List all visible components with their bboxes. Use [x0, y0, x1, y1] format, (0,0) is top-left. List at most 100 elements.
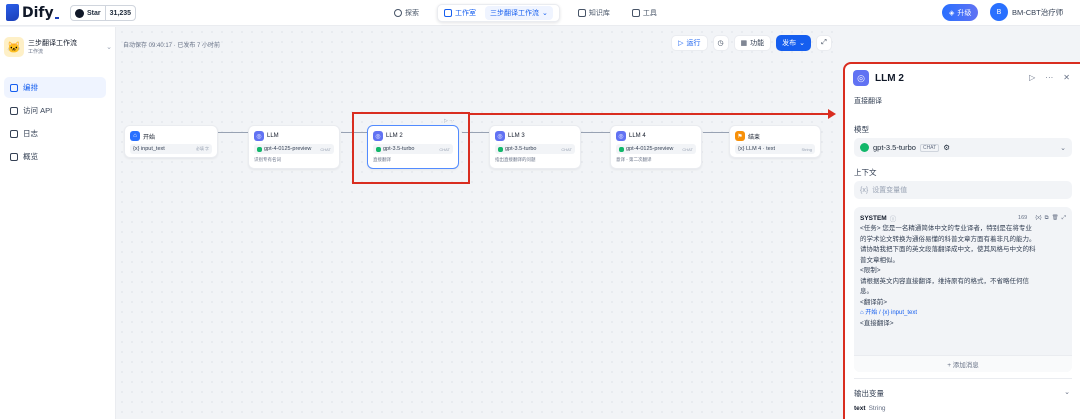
highlight-box: [352, 112, 470, 184]
sidebar-menu: 编排 访问 API 日志 概览: [4, 77, 106, 169]
model-selector[interactable]: gpt-3.5-turbo CHAT ⚙ ⌄: [854, 138, 1072, 157]
node-end[interactable]: ⚑ 结束 {x} LLM 4 · text String: [729, 125, 821, 158]
upgrade-button[interactable]: ◈ 升级: [942, 4, 979, 21]
delete-icon[interactable]: 🗑: [1052, 215, 1059, 222]
github-star-count: 31,235: [109, 9, 132, 17]
model-icon: [498, 146, 503, 152]
flag-icon: ⚑: [735, 131, 745, 141]
user-menu[interactable]: B BM-CBT治疗师: [990, 3, 1063, 21]
add-message-button[interactable]: + 添加消息: [854, 355, 1072, 372]
node-llm-1-model: gpt-4-0125-preview CHAT: [254, 144, 334, 154]
canvas-toolbar: ▷ 运行 ◷ ▦ 功能 发布 ⌄ ⤢: [671, 35, 832, 51]
chevron-down-icon: ⌄: [106, 44, 112, 51]
copy-icon[interactable]: ⧉: [1045, 215, 1049, 222]
sparkle-icon: ◈: [949, 9, 955, 17]
info-icon: ⓘ: [889, 216, 897, 223]
publish-button[interactable]: 发布 ⌄: [776, 35, 811, 51]
sidebar: 🐱 三步翻译工作流 工作流 ⌄ 编排 访问 API 日志 概览: [0, 27, 116, 419]
close-icon[interactable]: ✕: [1063, 73, 1070, 82]
github-icon: [75, 8, 84, 18]
output-variable: text String: [854, 405, 886, 412]
node-start-variable: {x} input_text 必填 字: [130, 144, 212, 154]
main-nav: 探索 工作室 三步翻译工作流 ⌄ 知识库 工具: [388, 4, 663, 22]
expand-icon: ⤢: [821, 39, 827, 46]
model-label: 模型: [854, 125, 869, 134]
github-star-label: Star: [87, 9, 101, 17]
system-label: SYSTEM: [860, 214, 887, 222]
play-icon: ▷: [678, 40, 684, 47]
node-llm-4[interactable]: ◎ LLM 4 gpt-4-0125-preview CHAT 意译 - 第二次翻译: [610, 125, 702, 169]
orchestrate-icon: [10, 83, 18, 92]
brand-name: Dify: [22, 4, 54, 21]
features-button[interactable]: ▦ 功能: [733, 35, 772, 51]
history-icon: ◷: [717, 40, 724, 47]
api-icon: [10, 106, 18, 115]
highlight-arrow-line: [470, 113, 830, 115]
chevron-down-icon: ⌄: [542, 10, 548, 17]
model-icon: [257, 146, 262, 152]
sidebar-item-orchestrate[interactable]: 编排: [4, 77, 106, 98]
toolbox-icon: [631, 9, 640, 17]
panel-actions: ▷ ··· ✕: [1029, 73, 1070, 82]
context-label: 上下文: [854, 168, 877, 177]
node-llm-1[interactable]: ◎ LLM gpt-4-0125-preview CHAT 识别专有名词: [248, 125, 340, 169]
expand-icon[interactable]: ⤢: [1062, 215, 1066, 222]
run-button[interactable]: ▷ 运行: [671, 35, 708, 51]
app-subtitle: 工作流: [28, 49, 44, 55]
model-icon: [619, 146, 624, 152]
home-icon: ⌂: [130, 131, 140, 141]
chevron-down-icon: ⌄: [1060, 144, 1066, 152]
studio-icon: [444, 9, 452, 17]
expand-button[interactable]: ⤢: [816, 35, 832, 51]
chevron-down-icon: ⌄: [799, 40, 805, 47]
nav-knowledge[interactable]: 知识库: [572, 4, 616, 22]
variable-chip[interactable]: ⌂ 开始 / {x} input_text: [860, 308, 1066, 319]
llm-icon: ◎: [616, 131, 626, 141]
logo-mark-icon: [6, 4, 19, 21]
node-llm-3-model: gpt-3.5-turbo CHAT: [495, 144, 575, 154]
system-prompt-editor[interactable]: SYSTEM ⓘ 169 {x} ⧉ 🗑 ⤢ <任务> 您是一名精通简体中文的专…: [854, 207, 1072, 372]
node-start[interactable]: ⌂ 开始 {x} input_text 必填 字: [124, 125, 218, 158]
arrow-head-icon: [828, 109, 836, 119]
user-name: BM-CBT治疗师: [1012, 7, 1064, 17]
nav-explore[interactable]: 探索: [388, 4, 425, 22]
overview-icon: [10, 152, 18, 161]
sidebar-item-logs[interactable]: 日志: [4, 123, 106, 144]
logs-icon: [10, 129, 18, 138]
variable-icon: {x}: [860, 186, 869, 194]
top-bar: Dify Star 31,235 探索 工作室 三步翻译工作流 ⌄ 知识库 工具 …: [0, 0, 1080, 26]
chevron-down-icon[interactable]: ⌄: [1064, 388, 1070, 396]
panel-description[interactable]: 直接翻译: [854, 96, 882, 106]
llm-icon: ◎: [254, 131, 264, 141]
insert-variable-icon[interactable]: {x}: [1035, 215, 1041, 222]
features-icon: ▦: [740, 40, 748, 47]
book-icon: [577, 9, 586, 17]
context-variable-input[interactable]: {x} 设置变量值: [854, 181, 1072, 199]
app-header[interactable]: 🐱 三步翻译工作流 工作流 ⌄: [4, 37, 112, 57]
node-settings-panel: ◎ LLM 2 ▷ ··· ✕ 直接翻译 模型 gpt-3.5-turbo CH…: [843, 62, 1080, 419]
nav-tools[interactable]: 工具: [626, 4, 663, 22]
system-prompt-text[interactable]: <任务> 您是一名精通简体中文的专业译者，特别是在将专业 的学术论文转换为通俗易…: [860, 224, 1066, 329]
compass-icon: [394, 9, 402, 17]
history-button[interactable]: ◷: [712, 35, 729, 51]
dify-logo[interactable]: Dify: [6, 4, 59, 21]
output-variables-label[interactable]: 输出变量: [854, 388, 884, 399]
github-star-button[interactable]: Star 31,235: [70, 5, 137, 21]
sidebar-item-overview[interactable]: 概览: [4, 146, 106, 167]
settings-sliders-icon[interactable]: ⚙: [943, 143, 950, 152]
app-title: 三步翻译工作流: [28, 40, 77, 47]
llm-icon: ◎: [495, 131, 505, 141]
node-llm-4-model: gpt-4-0125-preview CHAT: [616, 144, 696, 154]
panel-title[interactable]: LLM 2: [875, 73, 904, 84]
sidebar-item-api[interactable]: 访问 API: [4, 100, 106, 121]
token-count: 169: [1018, 215, 1028, 221]
workflow-selector[interactable]: 三步翻译工作流 ⌄: [485, 6, 553, 20]
more-icon[interactable]: ···: [1045, 73, 1053, 82]
app-avatar-icon: 🐱: [4, 37, 24, 57]
nav-studio[interactable]: 工作室 三步翻译工作流 ⌄: [437, 4, 560, 22]
workflow-canvas[interactable]: 自动保存 09:40:17 · 已发布 7 小时前 ▷ 运行 ◷ ▦ 功能 发布 ⌄ …: [117, 27, 840, 419]
node-llm-3[interactable]: ◎ LLM 3 gpt-3.5-turbo CHAT 指出直接翻译的问题: [489, 125, 581, 169]
openai-icon: [860, 143, 869, 152]
llm-icon: ◎: [853, 70, 869, 86]
play-icon[interactable]: ▷: [1029, 73, 1035, 82]
